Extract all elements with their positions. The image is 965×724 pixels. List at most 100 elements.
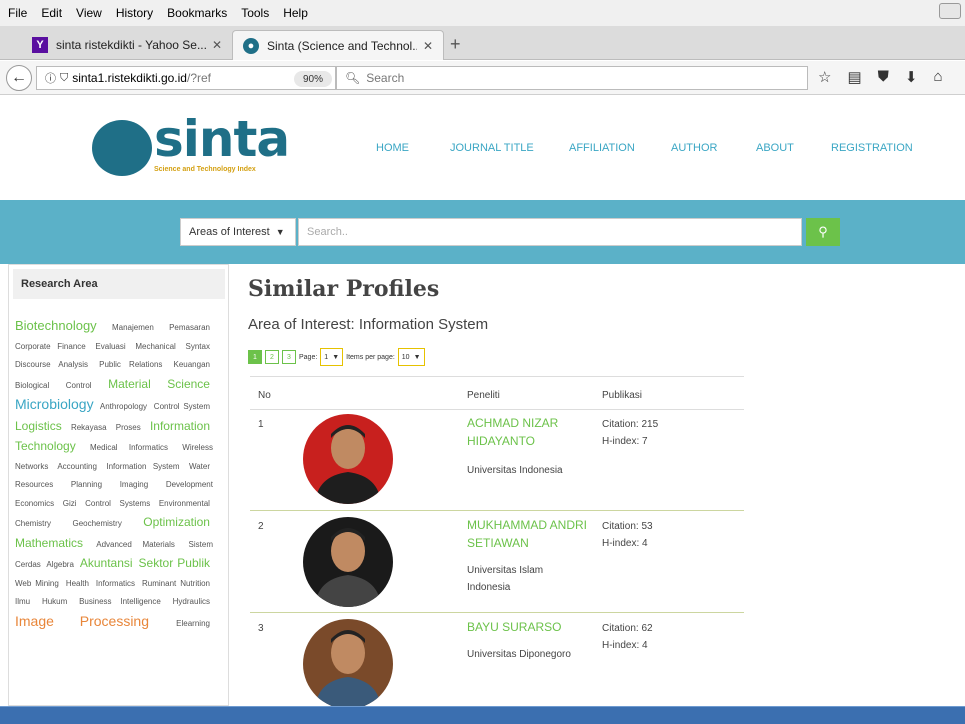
close-icon[interactable]: ✕	[423, 39, 433, 53]
research-area-tag[interactable]: Web Mining	[15, 579, 59, 588]
research-area-tag[interactable]: Syntax	[186, 342, 210, 351]
browser-search-input[interactable]: 🔍︎ Search	[336, 66, 808, 90]
home-icon[interactable]: ⌂	[933, 68, 942, 86]
research-area-tag[interactable]: Informatics	[96, 579, 135, 588]
research-area-tag[interactable]: Mathematics	[15, 536, 83, 550]
area-select-value: Areas of Interest	[189, 226, 270, 238]
nav-affiliation[interactable]: AFFILIATION	[569, 142, 635, 154]
research-area-tag[interactable]: Environmental	[159, 499, 210, 508]
research-area-tag[interactable]: Chemistry	[15, 519, 51, 528]
researcher-photo[interactable]	[303, 414, 393, 504]
research-area-tag[interactable]: Mechanical	[135, 342, 175, 351]
new-tab-icon[interactable]: +	[450, 34, 461, 55]
research-area-tag[interactable]: Information System	[106, 462, 179, 471]
researcher-affiliation: Universitas Islam Indonesia	[467, 565, 544, 593]
research-area-tag[interactable]: Information	[150, 419, 210, 433]
download-icon[interactable]: ⬇	[905, 68, 918, 86]
research-area-tag[interactable]: Resources	[15, 480, 53, 489]
tab-strip: Y sinta ristekdikti - Yahoo Se... ✕ ● Si…	[0, 26, 965, 60]
researcher-photo[interactable]	[303, 619, 393, 706]
research-area-tag[interactable]: Material	[108, 377, 151, 391]
researcher-name-link[interactable]: BAYU SURARSO	[467, 618, 587, 636]
zoom-badge[interactable]: 90%	[294, 71, 332, 87]
research-area-tag[interactable]: Manajemen	[112, 323, 154, 332]
reading-list-icon[interactable]: ▤	[847, 68, 861, 86]
menu-tools[interactable]: Tools	[241, 6, 269, 20]
citation-count: Citation: 215	[602, 419, 659, 430]
page-button-1[interactable]: 1	[248, 350, 262, 364]
research-area-tag[interactable]: Anthropology	[100, 402, 147, 411]
research-area-tag[interactable]: Optimization	[143, 515, 210, 529]
search-button[interactable]: ⚲	[806, 218, 840, 246]
research-area-tag[interactable]: Akuntansi	[80, 556, 133, 570]
research-area-tag[interactable]: Hukum	[42, 597, 67, 606]
menu-history[interactable]: History	[116, 6, 153, 20]
browser-search-placeholder: Search	[366, 71, 405, 85]
area-select[interactable]: Areas of Interest ▼	[180, 218, 296, 246]
research-area-tag[interactable]: Elearning	[176, 619, 210, 628]
research-area-tag[interactable]: Control System	[154, 402, 210, 411]
researcher-name-link[interactable]: ACHMAD NIZAR HIDAYANTO	[467, 414, 587, 450]
menu-file[interactable]: File	[8, 6, 27, 20]
info-icon[interactable]: ⓘ	[45, 70, 56, 86]
research-area-tag[interactable]: Medical Informatics	[90, 443, 168, 452]
research-area-tag[interactable]: Evaluasi	[95, 342, 125, 351]
research-area-tag[interactable]: Ruminant Nutrition	[142, 579, 210, 588]
researcher-name-link[interactable]: MUKHAMMAD ANDRI SETIAWAN	[467, 516, 587, 552]
shield-icon[interactable]: ⛉	[60, 72, 68, 85]
research-area-tag[interactable]: Systems	[120, 499, 151, 508]
research-area-tag[interactable]: Algebra	[46, 560, 74, 569]
research-area-tag[interactable]: Control	[85, 499, 111, 508]
items-per-page-select[interactable]: 10 ▼	[397, 348, 425, 366]
bookmark-star-icon[interactable]: ☆	[818, 68, 831, 86]
research-area-tag[interactable]: Geochemistry	[72, 519, 121, 528]
research-area-tag[interactable]: Advanced Materials	[96, 540, 175, 549]
url-bar[interactable]: ⓘ ⛉ sinta1.ristekdikti.go.id /?ref 90% ↻	[36, 66, 359, 90]
researcher-photo[interactable]	[303, 517, 393, 607]
research-area-tag[interactable]: Planning	[71, 480, 102, 489]
research-area-tag[interactable]: Accounting	[57, 462, 97, 471]
research-area-tag[interactable]: Biological	[15, 381, 49, 390]
nav-home[interactable]: HOME	[376, 142, 409, 154]
research-area-tag[interactable]: Image Processing	[15, 613, 149, 629]
page-button-3[interactable]: 3	[282, 350, 296, 364]
research-area-tag[interactable]: Keuangan	[174, 360, 210, 369]
menu-edit[interactable]: Edit	[41, 6, 62, 20]
research-area-tag[interactable]: Ilmu	[15, 597, 30, 606]
research-area-tag[interactable]: Water	[189, 462, 210, 471]
tab-sinta[interactable]: ● Sinta (Science and Technol... ✕	[232, 30, 444, 60]
research-area-tag[interactable]: Imaging	[120, 480, 148, 489]
research-area-tag[interactable]: Rekayasa	[71, 423, 107, 432]
pocket-icon[interactable]: ⛊	[878, 68, 889, 86]
site-search-input[interactable]: Search..	[298, 218, 802, 246]
research-area-tag[interactable]: Control	[66, 381, 92, 390]
research-area-tag[interactable]: Logistics	[15, 419, 62, 433]
nav-registration[interactable]: REGISTRATION	[831, 142, 913, 154]
menu-view[interactable]: View	[76, 6, 102, 20]
research-area-tag[interactable]: Discourse Analysis	[15, 360, 88, 369]
research-area-tag[interactable]: Hydraulics	[173, 597, 210, 606]
research-area-tag[interactable]: Science	[167, 377, 210, 391]
research-area-tag[interactable]: Proses	[116, 423, 141, 432]
close-icon[interactable]: ✕	[212, 38, 222, 52]
back-arrow-icon[interactable]: ←	[6, 65, 32, 91]
research-area-tag[interactable]: Technology	[15, 439, 76, 453]
research-area-tag[interactable]: Microbiology	[15, 396, 94, 412]
window-minimize-button[interactable]	[939, 3, 961, 19]
research-area-tag[interactable]: Sektor Publik	[139, 556, 210, 570]
nav-author[interactable]: AUTHOR	[671, 142, 717, 154]
tab-yahoo[interactable]: Y sinta ristekdikti - Yahoo Se... ✕	[22, 30, 232, 60]
research-area-tag[interactable]: Business Intelligence	[79, 597, 161, 606]
nav-journal-title[interactable]: JOURNAL TITLE	[450, 142, 534, 154]
menu-bookmarks[interactable]: Bookmarks	[167, 6, 227, 20]
research-area-tag[interactable]: Gizi	[63, 499, 77, 508]
research-area-tag[interactable]: Public Relations	[99, 360, 162, 369]
research-area-tag[interactable]: Pemasaran	[169, 323, 210, 332]
nav-about[interactable]: ABOUT	[756, 142, 794, 154]
menu-help[interactable]: Help	[283, 6, 308, 20]
research-area-tag[interactable]: Biotechnology	[15, 318, 97, 333]
research-area-tag[interactable]: Corporate Finance	[15, 342, 86, 351]
page-button-2[interactable]: 2	[265, 350, 279, 364]
page-select[interactable]: 1 ▼	[320, 348, 344, 366]
research-area-tag[interactable]: Health	[66, 579, 89, 588]
